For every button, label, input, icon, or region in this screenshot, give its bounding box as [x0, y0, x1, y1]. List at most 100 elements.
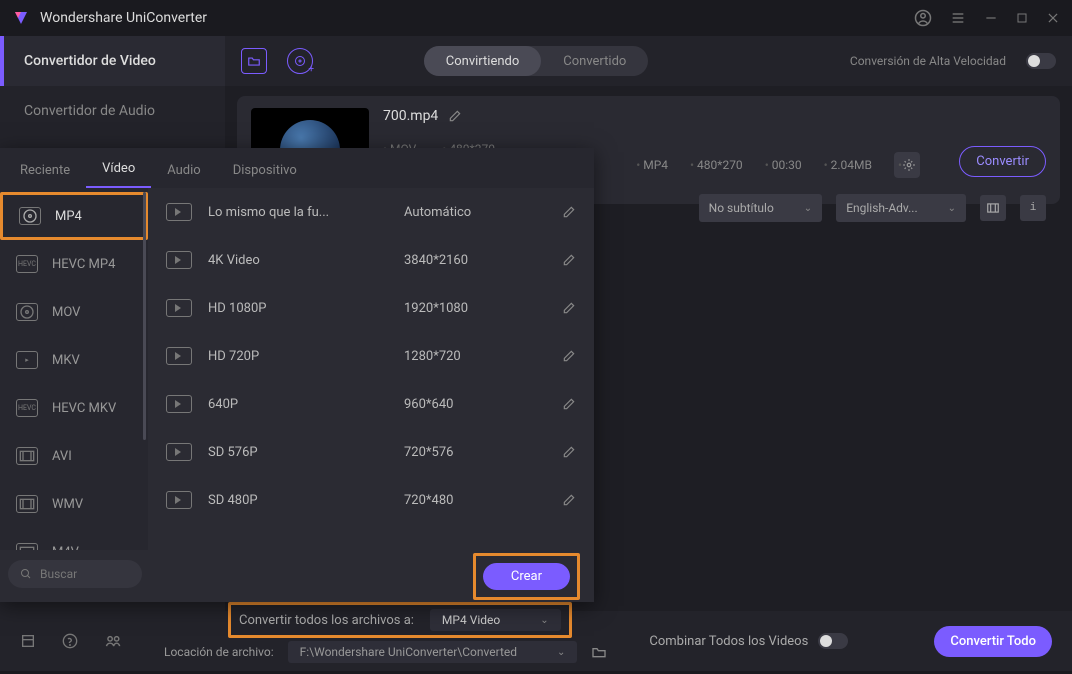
video-icon: ▸ [16, 351, 38, 369]
convert-all-format-dropdown[interactable]: MP4 Video⌄ [430, 609, 561, 631]
scrollbar[interactable] [143, 192, 146, 546]
edit-resolution-icon[interactable] [562, 301, 576, 315]
sidebar-item-video-converter[interactable]: Convertidor de Video [0, 36, 225, 86]
info-icon[interactable]: i [1020, 195, 1046, 221]
popup-tab-video[interactable]: Vídeo [86, 151, 151, 188]
hevc-icon: HEVC [16, 399, 38, 417]
video-icon [166, 395, 192, 413]
popup-tab-recent[interactable]: Reciente [4, 153, 86, 188]
open-folder-icon[interactable] [591, 645, 607, 659]
tab-converting[interactable]: Convirtiendo [424, 46, 541, 76]
feedback-icon[interactable] [104, 633, 122, 649]
high-speed-label: Conversión de Alta Velocidad [850, 54, 1006, 68]
convert-all-button[interactable]: Convertir Todo [934, 626, 1052, 657]
resolution-item[interactable]: HD 720P 1280*720 [148, 332, 594, 380]
resolution-item[interactable]: HD 1080P 1920*1080 [148, 284, 594, 332]
resolution-value: Automático [404, 205, 546, 220]
resolution-value: 720*576 [404, 445, 546, 460]
resolution-value: 960*640 [404, 397, 546, 412]
file-settings-icon[interactable] [894, 152, 920, 178]
resolution-name: 4K Video [208, 253, 388, 268]
file-duration: 00:30 [765, 158, 802, 172]
tab-converted[interactable]: Convertido [541, 46, 648, 76]
film-icon [16, 447, 38, 465]
subtitle-dropdown[interactable]: No subtítulo⌄ [699, 194, 823, 222]
edit-name-icon[interactable] [448, 109, 462, 123]
format-item-mkv[interactable]: ▸MKV [0, 336, 148, 384]
create-button[interactable]: Crear [483, 563, 570, 590]
resolution-name: SD 480P [208, 493, 388, 508]
popup-tab-audio[interactable]: Audio [151, 153, 216, 188]
toolbar: + + Convirtiendo Convertido Conversión d… [225, 36, 1072, 86]
menu-icon[interactable] [950, 10, 966, 26]
dst-resolution: 480*270 [690, 158, 743, 172]
convert-button[interactable]: Convertir [959, 146, 1046, 177]
resolution-item[interactable]: SD 480P 720*480 [148, 476, 594, 524]
video-icon [166, 491, 192, 509]
location-path-box[interactable]: F:\Wondershare UniConverter\Converted⌄ [288, 641, 578, 663]
resolution-name: 640P [208, 397, 388, 412]
resolution-value: 1280*720 [404, 349, 546, 364]
app-title: Wondershare UniConverter [40, 10, 207, 26]
high-speed-toggle[interactable] [1026, 53, 1056, 69]
popup-tab-device[interactable]: Dispositivo [217, 153, 313, 188]
format-item-wmv[interactable]: WMV [0, 480, 148, 528]
resolution-item[interactable]: 640P 960*640 [148, 380, 594, 428]
app-logo-icon [12, 9, 30, 27]
maximize-icon[interactable] [1016, 12, 1028, 24]
resolution-name: Lo mismo que la fu... [208, 205, 388, 220]
file-size: 2.04MB [824, 158, 872, 172]
resolution-value: 3840*2160 [404, 253, 546, 268]
help-icon[interactable] [62, 633, 78, 649]
format-list: MP4 HEVCHEVC MP4 MOV ▸MKV HEVCHEVC MKV A… [0, 188, 148, 550]
format-item-hevc-mp4[interactable]: HEVCHEVC MP4 [0, 240, 148, 288]
format-item-hevc-mkv[interactable]: HEVCHEVC MKV [0, 384, 148, 432]
crop-icon[interactable] [980, 195, 1006, 221]
video-icon [166, 251, 192, 269]
search-icon [20, 568, 32, 580]
resolution-name: HD 720P [208, 349, 388, 364]
close-icon[interactable] [1046, 11, 1060, 25]
edit-resolution-icon[interactable] [562, 445, 576, 459]
minimize-icon[interactable] [984, 11, 998, 25]
convert-all-label: Convertir todos los archivos a: [239, 613, 414, 628]
video-icon [166, 203, 192, 221]
resolution-value: 720*480 [404, 493, 546, 508]
disc-icon [16, 303, 38, 321]
resolution-item[interactable]: 4K Video 3840*2160 [148, 236, 594, 284]
edit-resolution-icon[interactable] [562, 253, 576, 267]
dst-format: MP4 [636, 158, 668, 172]
resolution-name: SD 576P [208, 445, 388, 460]
resolution-value: 1920*1080 [404, 301, 546, 316]
add-file-icon[interactable]: + [241, 48, 267, 74]
location-label: Locación de archivo: [164, 645, 274, 659]
format-item-avi[interactable]: AVI [0, 432, 148, 480]
edit-resolution-icon[interactable] [562, 349, 576, 363]
convert-all-format-highlight: Convertir todos los archivos a: MP4 Vide… [228, 602, 572, 638]
resolution-name: HD 1080P [208, 301, 388, 316]
format-item-mov[interactable]: MOV [0, 288, 148, 336]
film-icon [16, 543, 38, 550]
format-item-m4v[interactable]: M4V [0, 528, 148, 550]
library-icon[interactable] [20, 633, 36, 649]
account-icon[interactable] [914, 9, 932, 27]
file-name: 700.mp4 [383, 108, 438, 124]
audio-track-dropdown[interactable]: English-Adv...⌄ [836, 194, 966, 222]
add-disc-icon[interactable]: + [287, 48, 313, 74]
sidebar-item-audio-converter[interactable]: Convertidor de Audio [0, 86, 225, 136]
resolution-item[interactable]: SD 576P 720*576 [148, 428, 594, 476]
format-search-input[interactable]: Buscar [8, 560, 142, 588]
format-picker-popup: Reciente Vídeo Audio Dispositivo MP4 HEV… [0, 148, 594, 602]
edit-resolution-icon[interactable] [562, 397, 576, 411]
status-tabs: Convirtiendo Convertido [424, 46, 649, 76]
hevc-icon: HEVC [16, 255, 38, 273]
titlebar: Wondershare UniConverter [0, 0, 1072, 36]
resolution-item[interactable]: Lo mismo que la fu... Automático [148, 188, 594, 236]
merge-toggle[interactable] [818, 633, 848, 649]
video-icon [166, 299, 192, 317]
create-button-highlight: Crear [473, 553, 580, 600]
edit-resolution-icon[interactable] [562, 493, 576, 507]
edit-resolution-icon[interactable] [562, 205, 576, 219]
merge-label: Combinar Todos los Videos [649, 634, 808, 649]
format-item-mp4[interactable]: MP4 [0, 192, 148, 240]
